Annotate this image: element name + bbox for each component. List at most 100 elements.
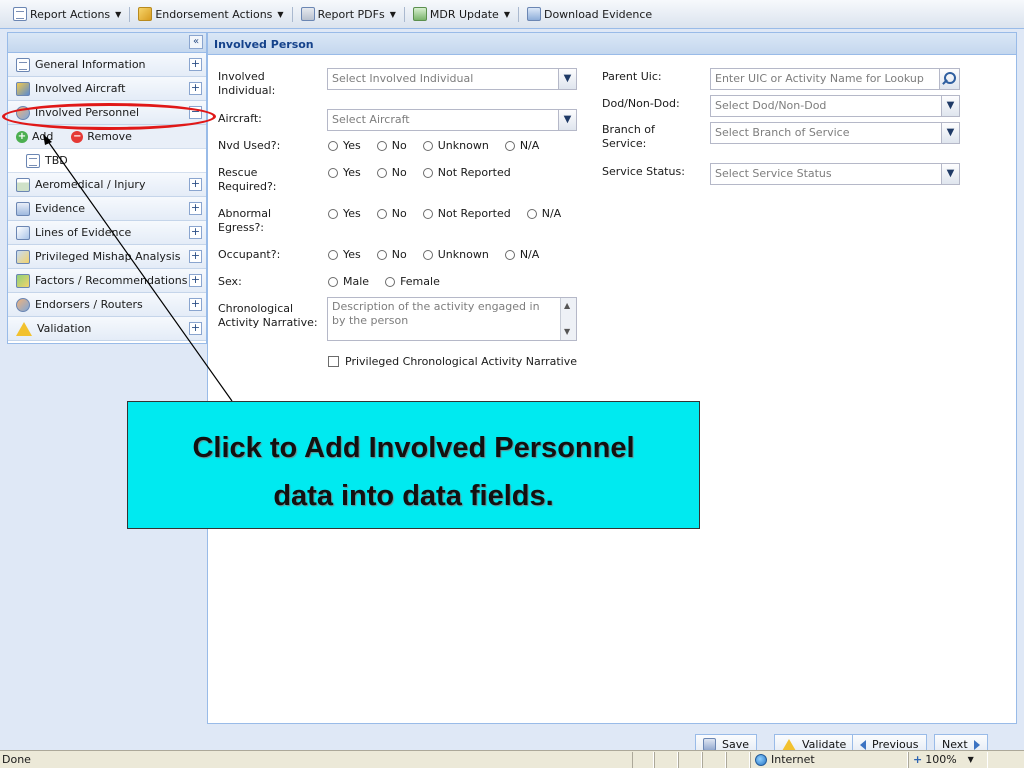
chevron-down-icon[interactable]: ▼ — [941, 123, 959, 143]
chevron-down-icon[interactable]: ▼ — [941, 96, 959, 116]
radio-icon — [422, 249, 433, 260]
rescue-required-yes-radio[interactable]: Yes — [328, 166, 361, 179]
add-personnel-button[interactable]: Add — [32, 130, 53, 143]
sidebar-header: « — [8, 33, 206, 53]
radio-icon — [328, 249, 338, 260]
expand-icon[interactable]: + — [189, 226, 202, 239]
mdr-icon — [412, 7, 427, 21]
radio-label: Yes — [343, 207, 361, 220]
sidebar-item-involved-aircraft[interactable]: Involved Aircraft + — [8, 77, 206, 101]
expand-icon[interactable]: + — [189, 58, 202, 71]
parent-uic-input[interactable]: Enter UIC or Activity Name for Lookup — [710, 68, 960, 90]
dod-non-dod-placeholder: Select Dod/Non-Dod — [715, 99, 827, 112]
browser-status-bar: Done Internet + 100% ▼ — [0, 750, 1024, 768]
zoom-level: 100% — [925, 753, 957, 766]
branch-of-service-select[interactable]: Select Branch of Service ▼ — [710, 122, 960, 144]
sidebar-item-privileged-mishap-analysis[interactable]: Privileged Mishap Analysis + — [8, 245, 206, 269]
nvd-used-no-radio[interactable]: No — [376, 139, 407, 152]
rescue-required-no-radio[interactable]: No — [376, 166, 407, 179]
dod-non-dod-select[interactable]: Select Dod/Non-Dod ▼ — [710, 95, 960, 117]
expand-icon[interactable]: + — [189, 250, 202, 263]
sidebar-item-endorsers-routers[interactable]: Endorsers / Routers + — [8, 293, 206, 317]
occupant-no-radio[interactable]: No — [376, 248, 407, 261]
toolbar-separator — [291, 6, 293, 22]
radio-icon — [328, 208, 338, 219]
pen-icon — [138, 7, 153, 21]
radio-label: Male — [343, 275, 370, 288]
sidebar-item-validation[interactable]: Validation + — [8, 317, 206, 341]
sex-label: Sex: — [218, 275, 242, 288]
sidebar-item-evidence[interactable]: Evidence + — [8, 197, 206, 221]
expand-icon[interactable]: + — [189, 322, 202, 335]
nvd-used-na-radio[interactable]: N/A — [504, 139, 540, 152]
involved-individual-label: Involved Individual: — [218, 70, 276, 97]
chronological-narrative-textarea[interactable]: Description of the activity engaged in b… — [327, 297, 577, 341]
privileged-icon — [16, 249, 30, 264]
remove-personnel-button[interactable]: Remove — [87, 130, 132, 143]
collapse-sidebar-button[interactable]: « — [189, 35, 203, 49]
nvd-used-unknown-radio[interactable]: Unknown — [422, 139, 489, 152]
report-actions-label: Report Actions — [30, 7, 111, 21]
mdr-update-button[interactable]: MDR Update ▼ — [408, 4, 515, 24]
occupant-na-radio[interactable]: N/A — [504, 248, 539, 261]
dod-non-dod-label: Dod/Non-Dod: — [602, 97, 680, 110]
add-icon[interactable]: + — [16, 130, 28, 143]
globe-icon — [755, 753, 767, 766]
search-icon[interactable] — [939, 69, 959, 89]
remove-icon[interactable]: − — [71, 130, 84, 143]
status-cell — [678, 751, 702, 768]
privileged-narrative-checkbox[interactable] — [328, 356, 339, 367]
sidebar-item-general-information[interactable]: General Information + — [8, 53, 206, 77]
sidebar-item-factors-recommendations[interactable]: Factors / Recommendations + — [8, 269, 206, 293]
expand-icon[interactable]: + — [189, 82, 202, 95]
abnormal-egress-yes-radio[interactable]: Yes — [328, 207, 361, 220]
radio-icon — [526, 208, 537, 219]
radio-label: Not Reported — [437, 166, 511, 179]
radio-label: N/A — [541, 207, 562, 220]
privileged-narrative-label: Privileged Chronological Activity Narrat… — [345, 355, 578, 368]
expand-icon[interactable]: + — [189, 298, 202, 311]
service-status-placeholder: Select Service Status — [715, 167, 832, 180]
report-pdfs-button[interactable]: Report PDFs ▼ — [296, 4, 401, 24]
nvd-used-yes-radio[interactable]: Yes — [328, 139, 361, 152]
chevron-down-icon[interactable]: ▼ — [558, 69, 576, 89]
expand-icon[interactable]: + — [189, 202, 202, 215]
endorsement-actions-button[interactable]: Endorsement Actions ▼ — [133, 4, 288, 24]
occupant-unknown-radio[interactable]: Unknown — [422, 248, 489, 261]
form-button-bar: Save Validate Previous Next — [207, 724, 1017, 754]
chevron-down-icon[interactable]: ▼ — [941, 164, 959, 184]
radio-icon — [328, 167, 338, 178]
toolbar-separator — [517, 6, 519, 22]
abnormal-egress-na-radio[interactable]: N/A — [526, 207, 562, 220]
aircraft-select[interactable]: Select Aircraft ▼ — [327, 109, 577, 131]
status-cell — [726, 751, 750, 768]
rescue-required-not-reported-radio[interactable]: Not Reported — [422, 166, 511, 179]
scrollbar[interactable] — [560, 298, 576, 340]
arrow-left-icon — [860, 739, 866, 750]
abnormal-egress-no-radio[interactable]: No — [376, 207, 407, 220]
download-evidence-button[interactable]: Download Evidence — [522, 4, 657, 24]
expand-icon[interactable]: + — [189, 178, 202, 191]
radio-label: Yes — [343, 139, 361, 152]
occupant-yes-radio[interactable]: Yes — [328, 248, 361, 261]
radio-label: N/A — [519, 139, 540, 152]
sex-male-radio[interactable]: Male — [328, 275, 369, 288]
sex-female-radio[interactable]: Female — [385, 275, 440, 288]
security-zone: Internet — [750, 751, 908, 768]
rescue-required-label: Rescue Required?: — [218, 166, 277, 193]
chevron-down-icon[interactable]: ▼ — [558, 110, 576, 130]
sidebar-item-lines-of-evidence[interactable]: Lines of Evidence + — [8, 221, 206, 245]
sidebar-item-aeromedical-injury[interactable]: Aeromedical / Injury + — [8, 173, 206, 197]
service-status-select[interactable]: Select Service Status ▼ — [710, 163, 960, 185]
parent-uic-placeholder: Enter UIC or Activity Name for Lookup — [715, 72, 924, 85]
involved-individual-select[interactable]: Select Involved Individual ▼ — [327, 68, 577, 90]
sidebar-item-label: Aeromedical / Injury — [35, 178, 146, 191]
report-actions-button[interactable]: Report Actions ▼ — [8, 4, 126, 24]
personnel-list-item[interactable]: TBD — [8, 149, 206, 173]
privileged-narrative-checkbox-row[interactable]: Privileged Chronological Activity Narrat… — [328, 355, 577, 368]
abnormal-egress-not-reported-radio[interactable]: Not Reported — [422, 207, 511, 220]
expand-icon[interactable]: + — [189, 274, 202, 287]
radio-label: No — [391, 248, 407, 261]
zoom-control[interactable]: + 100% ▼ — [908, 751, 988, 768]
radio-icon — [422, 208, 433, 219]
